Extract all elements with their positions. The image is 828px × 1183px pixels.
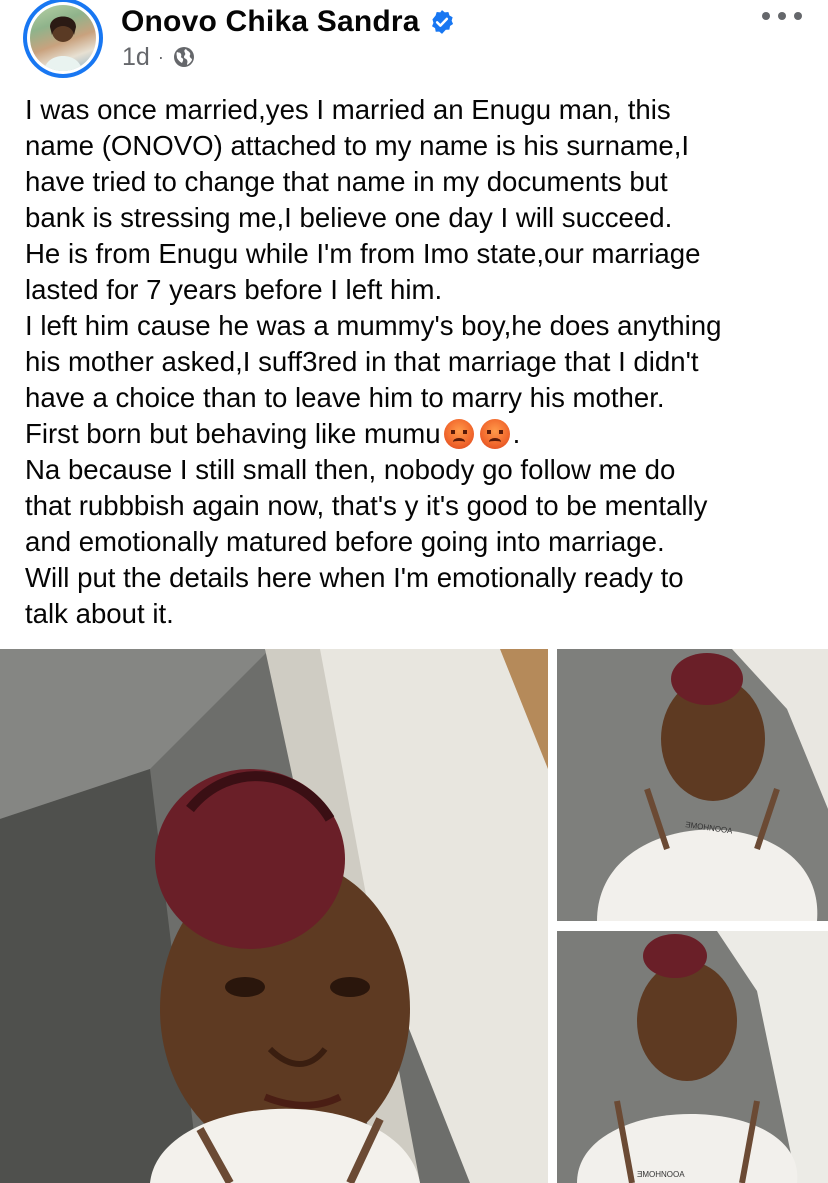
- profile-avatar[interactable]: [23, 0, 103, 78]
- shirt-print-text: ƎMOHNOOA: [637, 1170, 685, 1179]
- post-line: Will put the details here when I'm emoti…: [25, 562, 684, 593]
- post-line-with-emoji: First born but behaving like mumu.: [25, 416, 820, 452]
- post-line: bank is stressing me,I believe one day I…: [25, 202, 673, 233]
- photo-bottom-right[interactable]: ƎMOHNOOA: [557, 931, 828, 1183]
- pouting-face-emoji: [443, 419, 474, 449]
- post-timestamp[interactable]: 1d: [122, 43, 150, 72]
- post-line: lasted for 7 years before I left him.: [25, 274, 443, 305]
- post-line: talk about it.: [25, 598, 174, 629]
- post-line: that rubbbish again now, that's y it's g…: [25, 490, 708, 521]
- post-line: have a choice than to leave him to marry…: [25, 382, 665, 413]
- post-line: name (ONOVO) attached to my name is his …: [25, 130, 690, 161]
- post-line: Na because I still small then, nobody go…: [25, 454, 676, 485]
- post-line: have tried to change that name in my doc…: [25, 166, 668, 197]
- post-line: his mother asked,I suff3red in that marr…: [25, 346, 699, 377]
- meta-separator: ·: [157, 46, 164, 67]
- author-name[interactable]: Onovo Chika Sandra: [121, 5, 420, 39]
- photo-top-right[interactable]: ƎMOHNOOA: [557, 649, 828, 921]
- post-line: He is from Enugu while I'm from Imo stat…: [25, 238, 701, 269]
- post-body: I was once married,yes I married an Enug…: [25, 92, 820, 632]
- avatar-image: [30, 5, 96, 71]
- post-meta: 1d ·: [122, 42, 196, 72]
- post-line-suffix: .: [512, 418, 521, 449]
- globe-icon[interactable]: [172, 45, 196, 69]
- pouting-face-emoji: [479, 419, 510, 449]
- post-line: I was once married,yes I married an Enug…: [25, 94, 671, 125]
- verified-badge-icon: [431, 10, 453, 34]
- post-line-text: First born but behaving like mumu: [25, 418, 441, 449]
- more-options-icon[interactable]: [762, 6, 802, 26]
- post-line: and emotionally matured before going int…: [25, 526, 665, 557]
- photo-grid: ƎMOHNOOA ƎMOHNOOA: [0, 649, 828, 1183]
- post-header: Onovo Chika Sandra 1d ·: [0, 0, 828, 90]
- post-line: I left him cause he was a mummy's boy,he…: [25, 310, 722, 341]
- photo-main[interactable]: [0, 649, 548, 1183]
